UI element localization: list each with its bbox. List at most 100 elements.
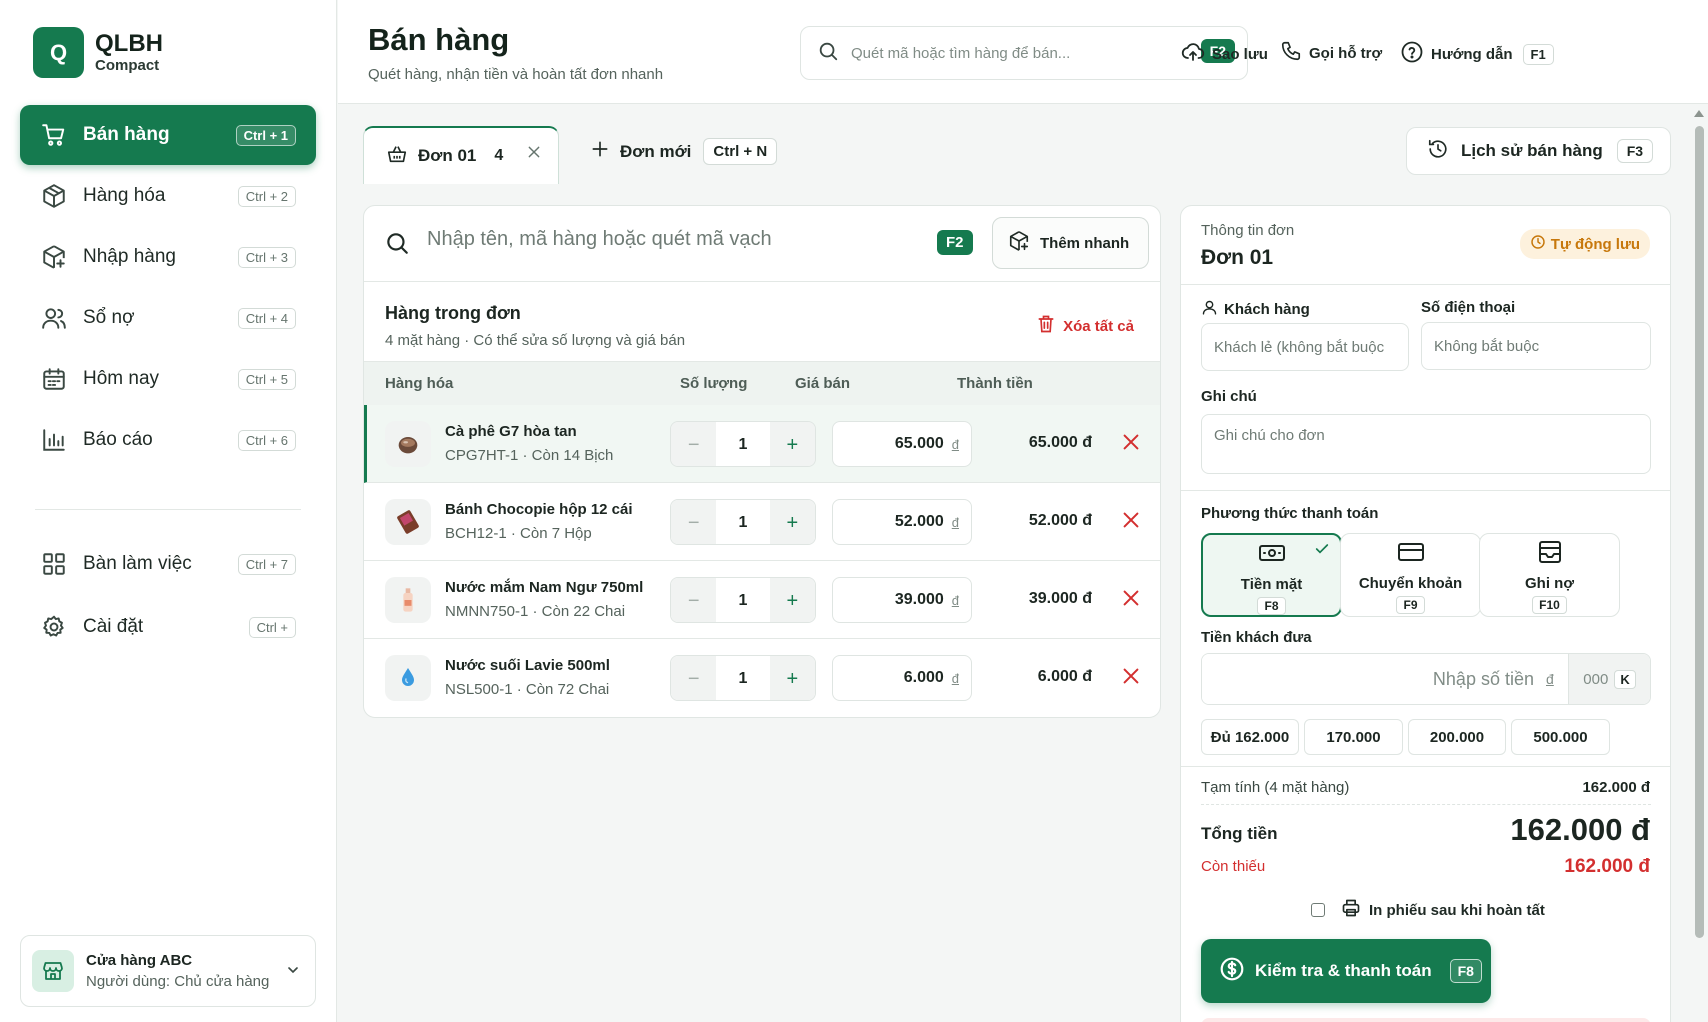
column-header: Hàng hóa bbox=[385, 375, 454, 392]
table-row[interactable]: Bánh Chocopie hộp 12 cái BCH12-1 · Còn 7… bbox=[364, 483, 1160, 561]
table-row[interactable]: Nước suối Lavie 500ml NSL500-1 · Còn 72 … bbox=[364, 639, 1160, 717]
increase-button[interactable]: + bbox=[769, 578, 815, 622]
decrease-button[interactable]: − bbox=[671, 500, 717, 544]
decrease-button[interactable]: − bbox=[671, 422, 717, 466]
quantity-value[interactable]: 1 bbox=[716, 578, 770, 622]
quantity-stepper: − 1 + bbox=[670, 655, 816, 701]
brand-title: QLBH bbox=[95, 29, 163, 57]
quick-amount-button[interactable]: 170.000 bbox=[1304, 719, 1403, 755]
close-icon[interactable] bbox=[1120, 665, 1142, 692]
quick-amount-button[interactable]: 200.000 bbox=[1408, 719, 1506, 755]
payment-label: Ghi nợ bbox=[1525, 575, 1574, 592]
shortcut-badge: Ctrl + 4 bbox=[237, 307, 296, 329]
backup-label: Sao lưu bbox=[1212, 45, 1268, 63]
store-user: Người dùng: Chủ cửa hàng bbox=[86, 973, 270, 990]
sidebar-item-ban-lam-viec[interactable]: Bàn làm việc Ctrl + 7 bbox=[20, 534, 316, 594]
payment-transfer-button[interactable]: Chuyển khoản F9 bbox=[1340, 533, 1481, 617]
sidebar-item-cai-dat[interactable]: Cài đặt Ctrl + bbox=[20, 597, 316, 657]
scroll-up-arrow[interactable] bbox=[1694, 110, 1704, 117]
bottle-icon bbox=[385, 577, 431, 623]
price-input[interactable]: 52.000 đ bbox=[832, 499, 972, 545]
gear-icon bbox=[40, 613, 68, 641]
customer-input[interactable] bbox=[1202, 324, 1408, 370]
checkout-button[interactable]: Kiểm tra & thanh toán F8 bbox=[1201, 939, 1491, 1003]
phone-label: Số điện thoại bbox=[1421, 299, 1516, 316]
scrollbar[interactable] bbox=[1690, 104, 1708, 1022]
guide-label: Hướng dẫn bbox=[1431, 45, 1513, 63]
thousand-suffix: 000 bbox=[1583, 670, 1609, 688]
thousand-suffix-button[interactable]: 000 K bbox=[1568, 654, 1650, 704]
box-add-icon bbox=[1008, 230, 1030, 256]
phone-field bbox=[1421, 322, 1651, 370]
increase-button[interactable]: + bbox=[769, 500, 815, 544]
quick-add-button[interactable]: Thêm nhanh bbox=[992, 217, 1149, 269]
chevron-down-icon bbox=[285, 962, 301, 983]
guide-button[interactable]: Hướng dẫn F1 bbox=[1400, 40, 1554, 68]
backup-button[interactable]: Sao lưu bbox=[1181, 40, 1268, 68]
price-input[interactable]: 65.000 đ bbox=[832, 421, 972, 467]
sidebar-item-nhap-hang[interactable]: Nhập hàng Ctrl + 3 bbox=[20, 227, 316, 287]
sidebar-item-hang-hoa[interactable]: Hàng hóa Ctrl + 2 bbox=[20, 166, 316, 226]
price-value: 52.000 bbox=[894, 513, 944, 530]
sales-history-button[interactable]: Lịch sử bán hàng F3 bbox=[1406, 127, 1671, 175]
phone-input[interactable] bbox=[1422, 323, 1650, 369]
store-switcher[interactable]: Cửa hàng ABC Người dùng: Chủ cửa hàng bbox=[20, 935, 316, 1007]
payment-cash-button[interactable]: Tiền mặt F8 bbox=[1201, 533, 1342, 617]
customer-label: Khách hàng bbox=[1201, 299, 1310, 320]
increase-button[interactable]: + bbox=[769, 656, 815, 700]
close-icon[interactable] bbox=[1120, 431, 1142, 458]
quick-amount-button[interactable]: 500.000 bbox=[1511, 719, 1610, 755]
support-button[interactable]: Gọi hỗ trợ bbox=[1280, 40, 1382, 66]
product-name: Nước mắm Nam Ngư 750ml bbox=[445, 579, 644, 596]
payment-debt-button[interactable]: Ghi nợ F10 bbox=[1479, 533, 1620, 617]
clear-all-button[interactable]: Xóa tất cả bbox=[1036, 314, 1134, 338]
print-receipt-option: In phiếu sau khi hoàn tất bbox=[1311, 898, 1545, 922]
product-sku: CPG7HT-1 · Còn 14 Bịch bbox=[445, 447, 614, 464]
close-icon[interactable] bbox=[1120, 509, 1142, 536]
store-icon bbox=[32, 950, 74, 992]
increase-button[interactable]: + bbox=[769, 422, 815, 466]
sidebar-item-so-no[interactable]: Sổ nợ Ctrl + 4 bbox=[20, 288, 316, 348]
close-icon[interactable] bbox=[526, 144, 542, 165]
print-receipt-checkbox[interactable] bbox=[1311, 903, 1325, 917]
brand-subtitle: Compact bbox=[95, 56, 160, 74]
customer-label-text: Khách hàng bbox=[1224, 301, 1310, 318]
currency-symbol: đ bbox=[951, 514, 959, 530]
quantity-value[interactable]: 1 bbox=[716, 500, 770, 544]
product-search-input[interactable] bbox=[427, 228, 927, 251]
sidebar-item-hom-nay[interactable]: Hôm nay Ctrl + 5 bbox=[20, 349, 316, 409]
clear-all-label: Xóa tất cả bbox=[1063, 317, 1134, 335]
close-icon[interactable] bbox=[1120, 587, 1142, 614]
sidebar: Q QLBH Compact Bán hàng Ctrl + 1 Hàng hó… bbox=[0, 0, 337, 1022]
table-row[interactable]: Nước mắm Nam Ngư 750ml NMNN750-1 · Còn 2… bbox=[364, 561, 1160, 639]
quantity-value[interactable]: 1 bbox=[716, 656, 770, 700]
sidebar-item-bao-cao[interactable]: Báo cáo Ctrl + 6 bbox=[20, 410, 316, 470]
tab-order-01[interactable]: Đơn 01 4 bbox=[363, 126, 559, 184]
decrease-button[interactable]: − bbox=[671, 656, 717, 700]
panel-title: Đơn 01 bbox=[1201, 246, 1274, 269]
cash-received-input[interactable] bbox=[1202, 654, 1546, 704]
users-icon bbox=[40, 304, 68, 332]
global-search-input[interactable] bbox=[851, 44, 1191, 62]
support-label: Gọi hỗ trợ bbox=[1309, 44, 1383, 62]
line-total: 52.000 đ bbox=[1028, 512, 1092, 529]
decrease-button[interactable]: − bbox=[671, 578, 717, 622]
sidebar-item-ban-hang[interactable]: Bán hàng Ctrl + 1 bbox=[20, 105, 316, 165]
cash-received-field: đ 000 K bbox=[1201, 653, 1651, 705]
divider bbox=[1181, 284, 1670, 285]
new-order-button[interactable]: Đơn mới Ctrl + N bbox=[590, 138, 778, 165]
table-row[interactable]: Cà phê G7 hòa tan CPG7HT-1 · Còn 14 Bịch… bbox=[364, 405, 1160, 483]
price-input[interactable]: 39.000 đ bbox=[832, 577, 972, 623]
note-input[interactable] bbox=[1202, 415, 1650, 473]
sidebar-item-label: Báo cáo bbox=[83, 429, 153, 450]
divider bbox=[1181, 490, 1670, 491]
currency-symbol: đ bbox=[951, 670, 959, 686]
quick-amount-button[interactable]: Đủ 162.000 bbox=[1201, 719, 1299, 755]
quantity-value[interactable]: 1 bbox=[716, 422, 770, 466]
quantity-stepper: − 1 + bbox=[670, 577, 816, 623]
grid-icon bbox=[40, 550, 68, 578]
payment-label: Tiền mặt bbox=[1240, 576, 1303, 593]
price-input[interactable]: 6.000 đ bbox=[832, 655, 972, 701]
cash-icon bbox=[1258, 541, 1286, 570]
scroll-thumb[interactable] bbox=[1695, 126, 1704, 938]
